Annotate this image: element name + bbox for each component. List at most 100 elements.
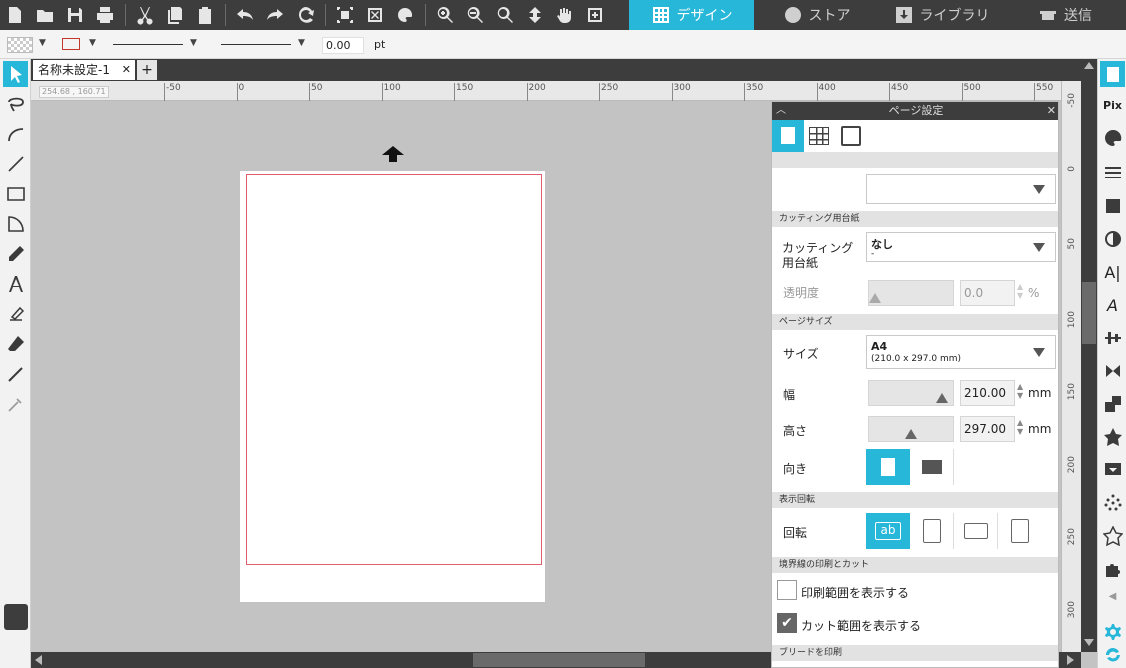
transparency-spinner-icon[interactable]: ▲ ▼ (1017, 282, 1025, 300)
rectangle-tool-icon[interactable] (3, 181, 28, 207)
modify-icon[interactable] (1100, 391, 1125, 417)
knife-tool-icon[interactable] (3, 361, 28, 387)
trace-icon[interactable] (1100, 457, 1125, 483)
line-tool-icon[interactable] (3, 151, 28, 177)
zoom-fit-icon[interactable] (493, 3, 517, 27)
show-print-area-checkbox[interactable] (777, 580, 797, 600)
text-edit-tool-icon[interactable] (3, 301, 28, 327)
align-icon[interactable] (1100, 325, 1125, 351)
sync-icon[interactable] (1100, 642, 1125, 668)
undo-icon[interactable] (233, 3, 257, 27)
pencil-tool-icon[interactable] (3, 241, 28, 267)
refresh-icon[interactable] (293, 3, 317, 27)
collapse-panel-icon[interactable]: ︿ (776, 102, 786, 120)
line-width-input[interactable]: 0.00 (322, 37, 364, 54)
eraser-tool-icon[interactable] (3, 331, 28, 357)
scroll-up-icon[interactable] (1084, 62, 1094, 69)
lasso-tool-icon[interactable] (3, 91, 28, 117)
transparency-input[interactable]: 0.0 (960, 280, 1015, 306)
rotate-0-button[interactable]: ab (866, 513, 910, 549)
paste-icon[interactable] (193, 3, 217, 27)
line-width-dropdown-icon[interactable]: ▼ (298, 38, 305, 48)
width-input[interactable]: 210.00 (960, 380, 1015, 406)
line-style-dropdown-icon[interactable]: ▼ (190, 38, 197, 48)
tab-design[interactable]: デザイン (629, 0, 754, 30)
zoom-in-icon[interactable] (433, 3, 457, 27)
new-document-icon[interactable] (3, 3, 27, 27)
rotate-90-button[interactable] (910, 513, 954, 549)
palette-icon[interactable] (1100, 125, 1125, 151)
redo-icon[interactable] (263, 3, 287, 27)
collapse-left-icon[interactable]: ◀ (1100, 583, 1125, 609)
width-spinner-icon[interactable]: ▲ ▼ (1017, 382, 1025, 400)
eyedropper-tool-icon[interactable] (3, 391, 28, 417)
select-tool-icon[interactable] (3, 61, 28, 87)
text-tool-icon[interactable] (3, 271, 28, 297)
contrast-icon[interactable] (1100, 226, 1125, 252)
move-down-icon[interactable] (523, 3, 547, 27)
vertical-scrollbar[interactable] (1081, 59, 1097, 652)
page[interactable] (240, 171, 545, 602)
rotate-270-button[interactable] (998, 513, 1042, 549)
line-width-preview[interactable] (221, 44, 291, 45)
text-path-icon[interactable]: A (1100, 292, 1125, 318)
curve-tool-icon[interactable] (3, 121, 28, 147)
line-color-dropdown-icon[interactable]: ▼ (89, 38, 96, 48)
media-type-dropdown[interactable] (866, 174, 1056, 204)
close-panel-icon[interactable]: ✕ (1047, 102, 1056, 120)
pattern-icon[interactable] (1100, 193, 1125, 219)
show-cut-area-checkbox[interactable]: ✔ (777, 613, 797, 633)
polygon-tool-icon[interactable] (3, 211, 28, 237)
text-style-icon[interactable]: A| (1100, 259, 1125, 285)
star-outline-icon[interactable] (1100, 523, 1125, 549)
scroll-down-icon[interactable] (1084, 639, 1094, 646)
fill-dropdown-icon[interactable]: ▼ (39, 38, 46, 48)
deselect-icon[interactable] (363, 3, 387, 27)
vertical-scroll-thumb[interactable] (1082, 282, 1096, 344)
tab-store[interactable]: ストア (754, 0, 879, 30)
page-up-arrow-icon[interactable] (382, 146, 404, 155)
horizontal-scroll-thumb[interactable] (473, 653, 645, 667)
height-slider-thumb[interactable] (905, 429, 917, 439)
open-folder-icon[interactable] (33, 3, 57, 27)
document-tab[interactable]: 名称未設定-1 ✕ (33, 60, 135, 80)
grid-settings-tab-icon[interactable] (809, 127, 829, 145)
scroll-right-icon[interactable] (1067, 655, 1074, 665)
cutting-mat-dropdown[interactable]: なし - (866, 232, 1056, 262)
palette-select-icon[interactable] (393, 3, 417, 27)
save-icon[interactable] (63, 3, 87, 27)
line-color-swatch[interactable] (62, 38, 80, 50)
portrait-button[interactable] (866, 449, 910, 485)
pixscan-icon[interactable]: Pix (1100, 92, 1125, 118)
tab-send[interactable]: 送信 (1004, 0, 1126, 30)
select-all-icon[interactable] (333, 3, 357, 27)
line-style-preview[interactable] (113, 44, 183, 45)
add-tab-button[interactable]: + (137, 60, 157, 80)
scroll-left-icon[interactable] (35, 655, 42, 665)
transparency-slider[interactable] (868, 280, 954, 306)
copy-icon[interactable] (163, 3, 187, 27)
height-slider[interactable] (868, 416, 954, 442)
save-to-library-icon[interactable] (4, 604, 28, 630)
height-input[interactable]: 297.00 (960, 416, 1015, 442)
zoom-out-icon[interactable] (463, 3, 487, 27)
line-style-icon[interactable] (1100, 159, 1125, 185)
landscape-button[interactable] (910, 449, 954, 485)
transparency-slider-thumb[interactable] (869, 293, 881, 303)
print-icon[interactable] (93, 3, 117, 27)
registration-marks-tab-icon[interactable] (841, 126, 861, 146)
rotate-180-button[interactable] (954, 513, 998, 549)
width-slider[interactable] (868, 380, 954, 406)
tab-library[interactable]: ライブラリ (879, 0, 1004, 30)
fill-color-swatch[interactable] (7, 37, 33, 53)
puzzle-icon[interactable] (1100, 556, 1125, 582)
replicate-icon[interactable] (1100, 358, 1125, 384)
height-spinner-icon[interactable]: ▲ ▼ (1017, 418, 1025, 436)
page-size-dropdown[interactable]: A4 (210.0 x 297.0 mm) (866, 335, 1056, 369)
cut-icon[interactable] (133, 3, 157, 27)
width-slider-thumb[interactable] (935, 393, 948, 403)
sketch-dots-icon[interactable] (1100, 490, 1125, 516)
offset-star-icon[interactable] (1100, 424, 1125, 450)
page-setup-tab-icon[interactable] (772, 120, 804, 152)
page-settings-icon[interactable] (1100, 61, 1125, 87)
